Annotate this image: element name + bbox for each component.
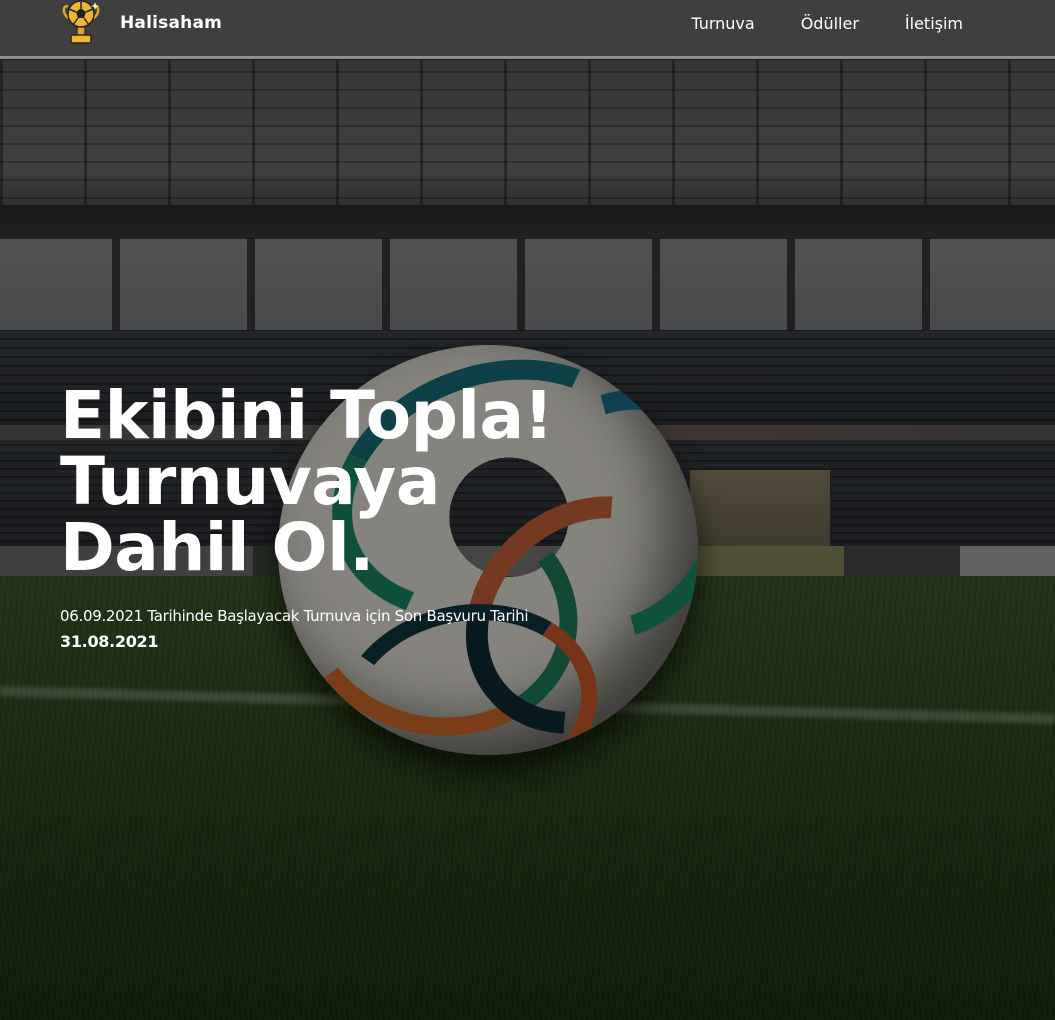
hero-content: Ekibini Topla! Turnuvaya Dahil Ol. 06.09… (60, 383, 660, 655)
trophy-soccer-ball-icon (62, 0, 100, 46)
deadline-date: 31.08.2021 (60, 632, 159, 651)
nav-links: Turnuva Ödüller İletişim (691, 0, 963, 46)
nav-link-oduller[interactable]: Ödüller (801, 14, 859, 33)
nav-link-iletisim[interactable]: İletişim (905, 14, 963, 33)
brand-name: Halisaham (120, 13, 223, 33)
navbar: Halisaham Turnuva Ödüller İletişim (0, 0, 1055, 59)
nav-link-turnuva[interactable]: Turnuva (691, 14, 754, 33)
hero-headline: Ekibini Topla! Turnuvaya Dahil Ol. (60, 383, 620, 581)
hero-subtitle-text: 06.09.2021 Tarihinde Başlayacak Turnuva … (60, 607, 529, 625)
hero-headline-line2: Turnuvaya Dahil Ol. (60, 443, 440, 586)
hero-subtitle: 06.09.2021 Tarihinde Başlayacak Turnuva … (60, 603, 660, 655)
brand[interactable]: Halisaham (62, 0, 222, 46)
